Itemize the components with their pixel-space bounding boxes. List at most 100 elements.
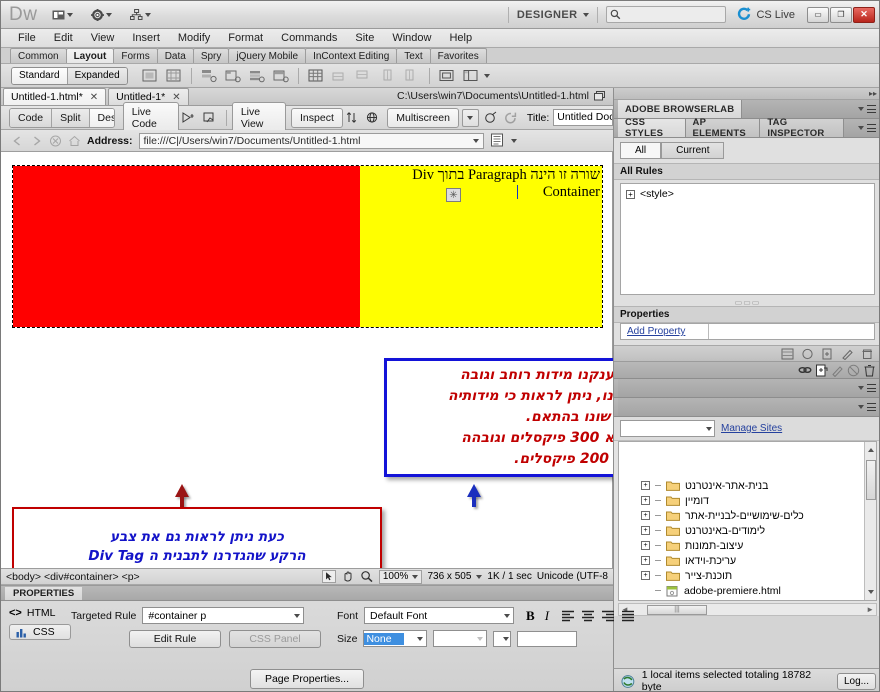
- align-right-icon[interactable]: [601, 610, 615, 622]
- align-left-icon[interactable]: [561, 610, 575, 622]
- expand-plus-icon[interactable]: +: [641, 481, 650, 490]
- insert-spry-accordion-icon[interactable]: [247, 67, 267, 85]
- expand-plus-icon[interactable]: +: [641, 556, 650, 565]
- css-scope-current[interactable]: Current: [661, 142, 725, 159]
- container-background-yellow[interactable]: שורה זו הינה Paragraph בתוך Div Containe…: [360, 166, 602, 327]
- scrollbar-thumb[interactable]: [866, 460, 876, 500]
- link-chain-icon[interactable]: [798, 364, 812, 376]
- bold-button[interactable]: B: [526, 608, 535, 624]
- size-select[interactable]: None: [363, 630, 428, 647]
- search-input[interactable]: [606, 6, 727, 23]
- container-div[interactable]: שורה זו הינה Paragraph בתוך Div Containe…: [12, 165, 603, 328]
- trash-icon[interactable]: [863, 364, 876, 377]
- property-value-cell[interactable]: [709, 324, 874, 339]
- standard-mode-button[interactable]: Standard: [12, 67, 68, 84]
- scroll-right-arrow-icon[interactable]: ►: [866, 605, 874, 614]
- cs-live-button[interactable]: CS Live: [736, 7, 795, 22]
- insert-div-tag-icon[interactable]: [140, 67, 160, 85]
- browser-navigation-icon[interactable]: [490, 133, 505, 148]
- menu-edit[interactable]: Edit: [45, 29, 82, 48]
- expand-plus-icon[interactable]: +: [641, 511, 650, 520]
- address-input[interactable]: file:///C|/Users/win7/Documents/Untitled…: [138, 132, 484, 149]
- multiscreen-button[interactable]: Multiscreen: [387, 107, 459, 128]
- hand-tool-icon[interactable]: [341, 570, 355, 583]
- file-tree-vertical-scrollbar[interactable]: [864, 442, 876, 600]
- insert-tab-favorites[interactable]: Favorites: [429, 48, 487, 63]
- preview-browser-icon[interactable]: [365, 109, 381, 127]
- show-category-view-icon[interactable]: [781, 348, 794, 360]
- live-code-button[interactable]: Live Code: [122, 101, 179, 134]
- file-management-icon[interactable]: [483, 109, 499, 127]
- site-manage-button[interactable]: [127, 7, 154, 23]
- list-item[interactable]: + עריכת-וידאו: [619, 553, 876, 568]
- panel-expand-handle[interactable]: ▸▸: [614, 88, 879, 100]
- tab-css-styles[interactable]: CSS STYLES: [618, 117, 686, 139]
- add-property-cell[interactable]: Add Property: [621, 324, 709, 339]
- window-size-value[interactable]: 736 x 505: [427, 571, 471, 582]
- new-css-rule-icon[interactable]: [821, 348, 834, 360]
- edit-rule-icon[interactable]: [841, 348, 854, 360]
- code-view-button[interactable]: Code: [10, 108, 53, 127]
- list-item[interactable]: + כלים-שימושיים-לבניית-אתר: [619, 508, 876, 523]
- all-rules-list[interactable]: + <style>: [620, 183, 875, 295]
- manage-sites-link[interactable]: Manage Sites: [721, 423, 782, 434]
- insert-tab-text[interactable]: Text: [396, 48, 431, 63]
- page-title-input[interactable]: Untitled Docu: [553, 109, 614, 126]
- expand-plus-icon[interactable]: +: [641, 571, 650, 580]
- insert-table-icon[interactable]: [306, 67, 326, 85]
- validate-markup-icon[interactable]: [202, 109, 219, 127]
- tag-selector[interactable]: <body> <div#container> <p>: [6, 571, 140, 583]
- html-mode-button[interactable]: <> HTML: [9, 607, 71, 619]
- split-view-button[interactable]: Split: [52, 108, 90, 127]
- css-scope-all[interactable]: All: [620, 142, 662, 159]
- edit-rule-button[interactable]: Edit Rule: [129, 630, 221, 648]
- expand-plus-icon[interactable]: +: [626, 189, 635, 199]
- select-tool-icon[interactable]: [321, 570, 336, 583]
- add-property-link[interactable]: Add Property: [627, 326, 685, 337]
- align-justify-icon[interactable]: [621, 610, 635, 622]
- assets-panel-menu[interactable]: [858, 379, 879, 397]
- menu-window[interactable]: Window: [383, 29, 440, 48]
- menu-site[interactable]: Site: [346, 29, 383, 48]
- live-view-button[interactable]: Live View: [231, 101, 287, 134]
- zoom-level-select[interactable]: 100%: [378, 569, 423, 584]
- properties-tab-label[interactable]: PROPERTIES: [5, 587, 83, 600]
- chevron-down-icon[interactable]: [483, 73, 490, 78]
- insert-tab-common[interactable]: Common: [10, 48, 67, 63]
- menu-format[interactable]: Format: [219, 29, 272, 48]
- insert-iframe-icon[interactable]: [437, 67, 457, 85]
- paragraph-block-red[interactable]: [13, 166, 360, 327]
- css-properties-table[interactable]: Add Property: [620, 323, 875, 340]
- insert-tab-incontext-editing[interactable]: InContext Editing: [305, 48, 398, 63]
- list-item[interactable]: + לימודים-באינטרנט: [619, 523, 876, 538]
- menu-view[interactable]: View: [82, 29, 124, 48]
- page-properties-button[interactable]: Page Properties...: [249, 669, 365, 689]
- attach-stylesheet-icon[interactable]: [801, 348, 814, 360]
- file-tree-horizontal-scrollbar[interactable]: ◄ ||| ►: [618, 603, 877, 616]
- delete-rule-icon[interactable]: [861, 348, 874, 360]
- multiscreen-dropdown-icon[interactable]: [461, 108, 479, 127]
- list-item[interactable]: + דומיין: [619, 493, 876, 508]
- inspect-button[interactable]: Inspect: [291, 107, 343, 128]
- close-icon[interactable]: ✕: [172, 92, 180, 103]
- rule-tree-row[interactable]: + <style>: [626, 188, 869, 200]
- css-panel-menu[interactable]: [858, 119, 879, 137]
- list-item[interactable]: + תוכנת-צייר: [619, 568, 876, 583]
- text-color-swatch[interactable]: [493, 630, 512, 647]
- chevron-down-icon[interactable]: [510, 138, 517, 143]
- refresh-globe-icon[interactable]: [620, 674, 636, 689]
- insert-tab-spry[interactable]: Spry: [192, 48, 230, 63]
- menu-help[interactable]: Help: [440, 29, 481, 48]
- insert-spry-collapsible-panel-icon[interactable]: [271, 67, 291, 85]
- list-item[interactable]: adobe-premiere.html: [619, 583, 876, 598]
- list-item[interactable]: bluehost.html: [619, 598, 876, 601]
- panel-resize-grip[interactable]: ▭▭▭: [614, 298, 879, 307]
- menu-modify[interactable]: Modify: [169, 29, 219, 48]
- insert-fluid-grid-icon[interactable]: [164, 67, 184, 85]
- insert-spry-tabbed-panels-icon[interactable]: [223, 67, 243, 85]
- insert-spry-menubar-icon[interactable]: [199, 67, 219, 85]
- site-select[interactable]: [620, 420, 715, 437]
- chevron-down-icon[interactable]: [476, 574, 483, 579]
- browserlab-panel-menu[interactable]: [858, 100, 879, 118]
- layout-switcher-button[interactable]: [49, 7, 76, 23]
